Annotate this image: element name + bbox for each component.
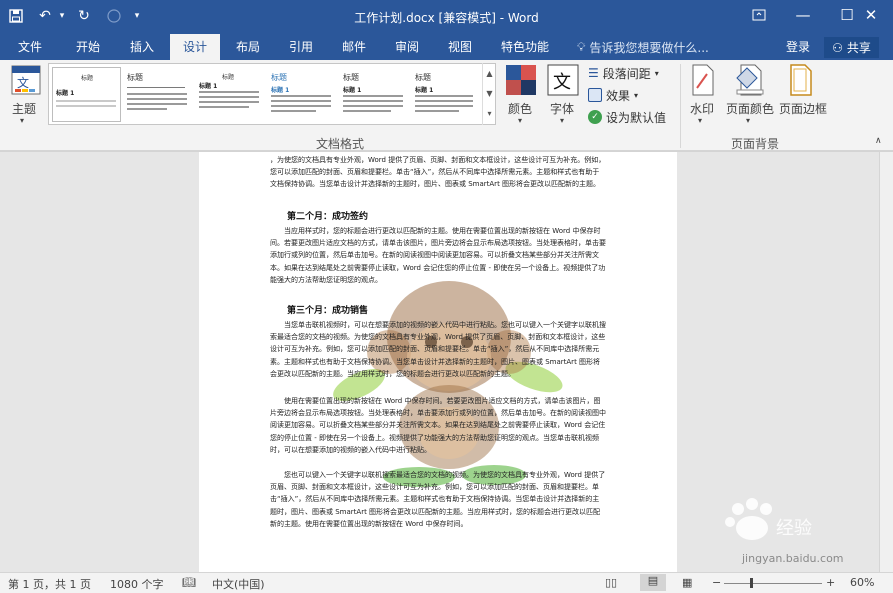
language[interactable]: 中文(中国) [212, 576, 265, 592]
word-window: ↶ ▾ ↻ ▾ 工作计划.docx [兼容模式] - Word — ☐ ✕ 文件… [0, 0, 893, 593]
tab-home[interactable]: 开始 [64, 34, 112, 60]
tab-insert[interactable]: 插入 [118, 34, 166, 60]
share-button[interactable]: ⚇ 共享 [824, 37, 879, 58]
page-color-label[interactable]: 页面颜色 [726, 100, 774, 117]
colors-icon[interactable] [505, 64, 537, 96]
fonts-icon[interactable]: 文 [547, 64, 579, 96]
themes-dropdown-icon[interactable]: ▾ [20, 116, 24, 125]
ribbon-design: 文 主题 ▾ 标题 标题 1 标题 标题 标题 1 标题 标题 1 标题 标题 … [0, 60, 893, 151]
colors-dropdown-icon[interactable]: ▾ [518, 116, 522, 125]
tab-design[interactable]: 设计 [170, 34, 220, 60]
style-set-thumbnail[interactable]: 标题 标题 1 [268, 67, 337, 122]
paragraph-spacing-button[interactable]: ☰ 段落间距 ▾ [588, 64, 659, 82]
chevron-down-icon: ▾ [634, 90, 639, 100]
tab-layout[interactable]: 布局 [224, 34, 272, 60]
page-color-dropdown-icon[interactable]: ▾ [746, 116, 750, 125]
effects-button[interactable]: 效果 ▾ [588, 86, 638, 104]
web-layout-icon[interactable]: ▦ [682, 576, 692, 589]
document-page[interactable]: ，为使您的文档具有专业外观，Word 提供了页眉、页脚、封面和文本框设计，这些设… [199, 152, 677, 572]
word-count[interactable]: 1080 个字 [110, 576, 164, 592]
page-count[interactable]: 第 1 页，共 1 页 [8, 576, 91, 592]
zoom-level[interactable]: 60% [850, 576, 874, 589]
ribbon-tabs: 文件 开始 插入 设计 布局 引用 邮件 审阅 视图 特色功能 💡︎ 告诉我您想… [0, 34, 893, 60]
body-paragraph: 当您单击联机视频时，可以在想要添加的视频的嵌入代码中进行粘贴。您也可以键入一个关… [270, 321, 606, 378]
print-layout-icon[interactable]: ▤ [640, 574, 666, 591]
svg-text:文: 文 [17, 75, 29, 90]
zoom-out-icon[interactable]: − [712, 576, 721, 589]
tab-references[interactable]: 引用 [277, 34, 325, 60]
tab-file[interactable]: 文件 [6, 34, 54, 60]
group-separator [680, 64, 681, 148]
style-set-thumbnail[interactable]: 标题 标题 1 [196, 67, 265, 122]
body-paragraph: ，为使您的文档具有专业外观，Word 提供了页眉、页脚、封面和文本框设计，这些设… [270, 156, 606, 189]
gallery-up-icon[interactable]: ▲ [483, 63, 496, 83]
tell-me-box[interactable]: 💡︎ 告诉我您想要做什么... [577, 38, 709, 56]
minimize-icon[interactable]: — [781, 0, 825, 30]
paragraph-spacing-icon: ☰ [588, 66, 599, 80]
tell-me-text: 告诉我您想要做什么... [589, 40, 709, 55]
style-set-thumbnail[interactable]: 标题 标题 1 [340, 67, 409, 122]
checkmark-icon: ✓ [588, 110, 602, 124]
themes-label[interactable]: 主题 [12, 100, 36, 117]
gallery-more-icon[interactable]: ▾ [483, 103, 496, 123]
style-set-thumbnail[interactable]: 标题 [124, 67, 193, 122]
effects-label: 效果 [606, 88, 631, 103]
ribbon-display-options-icon[interactable] [737, 0, 781, 30]
style-set-thumbnail[interactable]: 标题 标题 1 [412, 67, 478, 122]
chevron-down-icon: ▾ [654, 68, 659, 78]
body-paragraph: 使用在需要位置出现的新按钮在 Word 中保存时间。若要更改图片适应文档的方式，… [270, 397, 606, 454]
baidu-paw-logo: 经验 [698, 494, 818, 554]
themes-icon[interactable]: 文 [10, 64, 42, 96]
zoom-in-icon[interactable]: + [826, 576, 835, 589]
set-as-default-button[interactable]: ✓ 设为默认值 [588, 108, 666, 126]
gallery-scroll: ▲ ▼ ▾ [482, 63, 496, 125]
heading-month-three: 第三个月：成功销售 [287, 306, 369, 316]
paragraph-spacing-label: 段落间距 [602, 66, 651, 81]
page-color-icon[interactable] [735, 64, 765, 96]
page-borders-label[interactable]: 页面边框 [779, 100, 827, 117]
share-label: 共享 [846, 41, 871, 55]
page-background-group-label: 页面背景 [730, 137, 779, 151]
gallery-down-icon[interactable]: ▼ [483, 83, 496, 103]
sign-in-link[interactable]: 登录 [786, 34, 810, 60]
tab-review[interactable]: 审阅 [383, 34, 431, 60]
vertical-scrollbar[interactable] [879, 152, 893, 572]
title-bar: ↶ ▾ ↻ ▾ 工作计划.docx [兼容模式] - Word — ☐ ✕ [0, 0, 893, 34]
style-set-gallery[interactable]: 标题 标题 1 标题 标题 标题 1 标题 标题 1 标题 标题 1 标题 标题… [48, 63, 496, 125]
status-bar: 第 1 页，共 1 页 1080 个字 📖︎ 中文(中国) ▯▯ ▤ ▦ − +… [0, 572, 893, 593]
watermark-icon[interactable] [691, 64, 715, 96]
watermark-text: jingyan.baidu.com [742, 552, 844, 565]
svg-text:经验: 经验 [776, 518, 812, 539]
body-paragraph: 您也可以键入一个关键字以联机搜索最适合您的文档的视频。为使您的文档具有专业外观，… [270, 471, 606, 528]
colors-label[interactable]: 颜色 [508, 100, 532, 117]
close-icon[interactable]: ✕ [849, 0, 893, 30]
page-borders-icon[interactable] [789, 64, 813, 96]
tab-mailings[interactable]: 邮件 [330, 34, 378, 60]
style-set-thumbnail[interactable]: 标题 标题 1 [52, 67, 121, 122]
fonts-label[interactable]: 字体 [550, 100, 574, 117]
lightbulb-icon: 💡︎ [577, 39, 586, 54]
fonts-dropdown-icon[interactable]: ▾ [560, 116, 564, 125]
read-mode-icon[interactable]: ▯▯ [605, 576, 617, 589]
set-as-default-label: 设为默认值 [606, 110, 667, 125]
body-paragraph: 当应用样式时，您的标题会进行更改以匹配新的主题。使用在需要位置出现的新按钮在 W… [270, 227, 606, 284]
watermark-label[interactable]: 水印 [690, 100, 714, 117]
zoom-slider[interactable] [724, 583, 822, 584]
heading-month-two: 第二个月：成功签约 [287, 212, 369, 222]
tab-special-features[interactable]: 特色功能 [492, 34, 558, 60]
watermark-dropdown-icon[interactable]: ▾ [698, 116, 702, 125]
tab-view[interactable]: 视图 [436, 34, 484, 60]
zoom-slider-thumb[interactable] [750, 578, 753, 588]
person-icon: ⚇ [832, 40, 843, 55]
effects-icon [588, 88, 602, 102]
collapse-ribbon-icon[interactable]: ∧ [875, 136, 882, 146]
document-formatting-group-label: 文档格式 [315, 137, 364, 151]
proofing-icon[interactable]: 📖︎ [182, 576, 196, 589]
svg-text:文: 文 [553, 72, 571, 93]
